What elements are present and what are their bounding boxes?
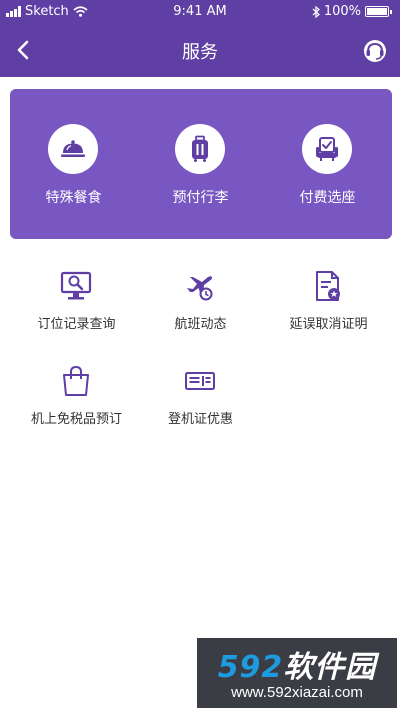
- service-boarding-pass[interactable]: 登机证优惠: [134, 365, 267, 445]
- featured-label: 特殊餐食: [45, 190, 102, 206]
- boarding-pass-icon: [185, 372, 215, 390]
- customer-service-icon: [364, 40, 386, 62]
- featured-item-special-meal[interactable]: 特殊餐食: [10, 89, 137, 239]
- icon-circle: [302, 124, 352, 174]
- booking-search-icon: [60, 271, 92, 300]
- luggage-icon: [192, 135, 208, 162]
- header: Sketch 9:41 AM 100% 服务: [0, 0, 400, 77]
- status-right: 100%: [312, 4, 392, 19]
- flight-status-icon: [187, 276, 213, 301]
- battery-icon: [365, 6, 389, 17]
- site-watermark: 592软件园 www.592xiazai.com: [197, 638, 397, 708]
- featured-label: 付费选座: [299, 190, 356, 206]
- watermark-logo: 592软件园: [197, 642, 397, 686]
- seat-icon: [316, 137, 338, 161]
- featured-services-card: 特殊餐食 预付行李 付费选座: [10, 89, 392, 239]
- service-label: 订位记录查询: [37, 317, 116, 332]
- service-label: 机上免税品预订: [30, 412, 122, 427]
- page-title: 服务: [182, 42, 218, 63]
- watermark-logo-text: 软件园: [283, 650, 377, 685]
- battery-cap: [390, 9, 392, 14]
- service-delay-certificate[interactable]: 延误取消证明: [262, 270, 395, 350]
- status-bar: Sketch 9:41 AM 100%: [0, 0, 400, 24]
- featured-item-prepaid-luggage[interactable]: 预付行李: [137, 89, 264, 239]
- icon-circle: [175, 124, 225, 174]
- service-duty-free[interactable]: 机上免税品预订: [10, 365, 143, 445]
- service-label: 航班动态: [174, 317, 227, 332]
- duty-free-bag-icon: [63, 365, 89, 396]
- icon-circle: [48, 124, 98, 174]
- customer-service-button[interactable]: [362, 38, 388, 64]
- meal-cloche-icon: [61, 140, 85, 157]
- nav-bar: 服务: [0, 26, 400, 74]
- bluetooth-icon: [312, 5, 320, 18]
- battery-percent: 100%: [323, 4, 361, 19]
- service-label: 登机证优惠: [167, 412, 233, 427]
- delay-certificate-icon: [316, 271, 340, 301]
- service-flight-status[interactable]: 航班动态: [134, 270, 267, 350]
- featured-label: 预付行李: [172, 190, 229, 206]
- service-label: 延误取消证明: [289, 317, 368, 332]
- watermark-logo-number: 592: [217, 650, 284, 685]
- service-booking-search[interactable]: 订位记录查询: [10, 270, 143, 350]
- featured-item-paid-seat[interactable]: 付费选座: [264, 89, 391, 239]
- watermark-url: www.592xiazai.com: [231, 684, 363, 701]
